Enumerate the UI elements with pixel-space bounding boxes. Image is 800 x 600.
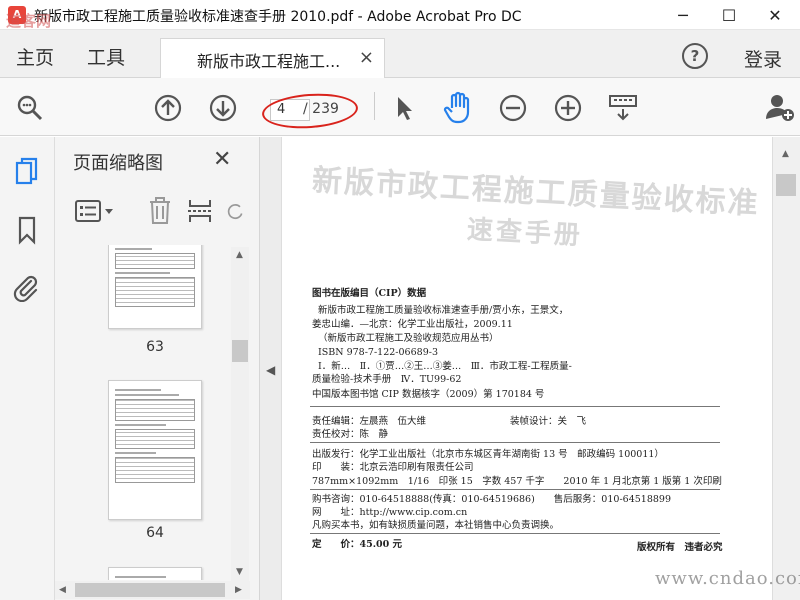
thumbnail-toolbar: [55, 187, 260, 235]
scroll-up-arrow-icon[interactable]: ▲: [236, 250, 243, 260]
maximize-button[interactable]: ☐: [706, 0, 752, 30]
divider: [310, 406, 720, 407]
thumbnail-list: 63 64: [55, 245, 230, 580]
navigation-rail: [0, 137, 55, 600]
panel-collapse-handle[interactable]: ◀: [260, 137, 282, 600]
zoom-out-icon[interactable]: [497, 92, 529, 124]
hand-tool-icon[interactable]: [442, 89, 474, 125]
thumbnail-label: 64: [146, 525, 164, 541]
panel-title: 页面缩略图: [73, 153, 163, 174]
purchase-line: 购书咨询：010-64518888(传真：010-64519686) 售后服务：…: [312, 494, 672, 505]
page-up-icon[interactable]: [152, 92, 184, 124]
rotate-page-icon[interactable]: [225, 195, 245, 227]
page-thumbnails-icon[interactable]: [12, 155, 42, 189]
website-line: 网 址：http://www.cip.com.cn: [312, 507, 468, 518]
scroll-left-arrow-icon[interactable]: ◀: [59, 585, 66, 595]
scroll-right-arrow-icon[interactable]: ▶: [235, 585, 242, 595]
collapse-arrow-icon[interactable]: ◀: [266, 363, 275, 377]
tab-document[interactable]: 新版市政工程施工... ×: [160, 38, 385, 78]
scroll-down-arrow-icon[interactable]: ▼: [236, 567, 243, 577]
bookmark-icon[interactable]: [12, 213, 42, 247]
maximize-icon: ☐: [721, 5, 737, 25]
add-user-icon[interactable]: [763, 90, 797, 124]
cip-line: ISBN 978-7-122-06689-3: [318, 347, 438, 358]
proofreader-line: 责任校对：陈 静: [312, 429, 389, 440]
scrollbar-grip[interactable]: [75, 583, 225, 597]
cip-line: 姜忠山编．—北京：化学工业出版社，2009.11: [312, 319, 513, 330]
watermark-bottom-right: www.cndao.com: [655, 568, 800, 589]
editor-line: 责任编辑：左晨燕 伍大维: [312, 416, 427, 427]
cip-class-line: Ⅰ．新… Ⅱ．①贾…②王…③姜… Ⅲ．市政工程-工程质量-: [318, 361, 572, 372]
close-panel-icon[interactable]: ✕: [213, 147, 231, 172]
watermark-top-left: 道客网: [6, 12, 52, 30]
price-line: 定 价：45.00 元: [312, 539, 403, 550]
document-viewport[interactable]: 新版市政工程施工质量验收标准 速查手册 图书在版编目（CIP）数据 新版市政工程…: [282, 137, 772, 600]
cip-data-number: 中国版本图书馆 CIP 数据核字（2009）第 170184 号: [312, 389, 545, 400]
toolbar-divider: [374, 92, 375, 120]
cip-heading: 图书在版编目（CIP）数据: [312, 288, 427, 299]
close-window-button[interactable]: ✕: [752, 0, 798, 30]
specs-line: 787mm×1092mm 1/16 印张 15 字数 457 千字 2010 年…: [312, 476, 722, 487]
select-arrow-icon[interactable]: [390, 92, 418, 124]
delete-page-icon[interactable]: [145, 195, 175, 227]
title-bar: A 新版市政工程施工质量验收标准速查手册 2010.pdf - Adobe Ac…: [0, 0, 800, 30]
thumbnail-panel: 页面缩略图 ✕ 63 64 ▲ ▼ ◀ ▶: [55, 137, 260, 600]
attachment-icon[interactable]: [10, 270, 42, 304]
cip-line: 新版市政工程施工质量验收标准速查手册/贾小东，王景文，: [318, 305, 569, 316]
document-tab-label: 新版市政工程施工...: [197, 52, 341, 71]
login-button[interactable]: 登录: [744, 45, 782, 72]
keyboard-tools-icon[interactable]: [606, 92, 640, 124]
minimize-icon: ─: [678, 5, 688, 25]
publisher-line: 出版发行：化学工业出版社（北京市东城区青年湖南街 13 号 邮政编码 10001…: [312, 449, 664, 460]
document-vertical-scrollbar[interactable]: ▲: [772, 137, 800, 600]
divider: [310, 489, 720, 490]
notice-line: 凡购买本书，如有缺损质量问题，本社销售中心负责调换。: [312, 520, 560, 531]
tab-tools[interactable]: 工具: [87, 43, 125, 70]
thumbnail-options-icon[interactable]: [73, 197, 117, 225]
page-down-icon[interactable]: [207, 92, 239, 124]
scrollbar-grip[interactable]: [232, 340, 248, 362]
printer-line: 印 装：北京云浩印刷有限责任公司: [312, 462, 474, 473]
rights-line: 版权所有 违者必究: [637, 542, 723, 553]
scrollbar-grip[interactable]: [776, 174, 796, 196]
thumbnail-vertical-scrollbar[interactable]: ▲ ▼: [231, 247, 249, 582]
tab-bar: 主页 工具 新版市政工程施工... ×: [0, 30, 800, 78]
zoom-search-icon[interactable]: [14, 93, 46, 123]
divider: [310, 442, 720, 443]
extract-page-icon[interactable]: [185, 195, 215, 227]
thumbnail-horizontal-scrollbar[interactable]: ◀ ▶: [55, 581, 250, 599]
scroll-up-arrow-icon[interactable]: ▲: [782, 149, 789, 159]
close-tab-icon[interactable]: ×: [359, 47, 374, 68]
help-icon[interactable]: ?: [682, 43, 708, 69]
page-thumbnail-65[interactable]: [108, 567, 202, 580]
page-thumbnail-63[interactable]: [108, 245, 202, 329]
thumbnail-label: 63: [146, 339, 164, 355]
close-icon: ✕: [768, 5, 782, 25]
zoom-in-icon[interactable]: [552, 92, 584, 124]
cip-line: （新版市政工程施工及验收规范应用丛书）: [318, 333, 499, 344]
page-thumbnail-64[interactable]: [108, 380, 202, 520]
tab-home[interactable]: 主页: [16, 43, 54, 70]
window-title: 新版市政工程施工质量验收标准速查手册 2010.pdf - Adobe Acro…: [34, 9, 522, 25]
cip-class-line: 质量检验-技术手册 Ⅳ．TU99-62: [312, 374, 462, 385]
divider: [310, 533, 720, 534]
minimize-button[interactable]: ─: [660, 0, 706, 30]
designer-line: 装帧设计：关 飞: [510, 416, 587, 427]
cover-bleed-subtitle: 速查手册: [466, 214, 584, 252]
